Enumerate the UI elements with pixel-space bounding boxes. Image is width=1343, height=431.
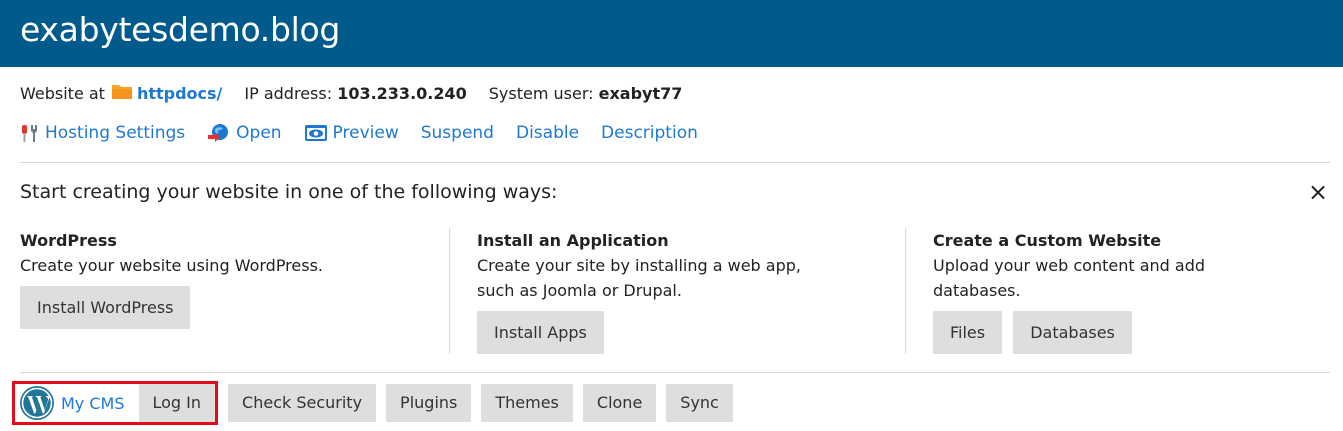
my-cms-label: My CMS [61,393,125,413]
install-application-desc-line2: such as Joomla or Drupal. [477,281,682,300]
plugins-button[interactable]: Plugins [386,384,472,422]
suspend-link[interactable]: Suspend [421,123,494,143]
my-cms-link[interactable]: My CMS [19,385,139,421]
wordpress-option: WordPress Create your website using Word… [20,228,430,329]
ip-label: IP address: [244,83,333,103]
folder-icon [111,82,133,104]
sync-button[interactable]: Sync [666,384,733,422]
system-user-label: System user: [488,83,594,103]
install-application-heading: Install an Application [477,231,669,250]
start-creating-title: Start creating your website in one of th… [20,181,558,203]
open-icon [208,124,229,142]
close-icon[interactable]: × [1308,178,1328,206]
custom-website-desc-line2: databases. [933,281,1021,300]
website-info-row: Website at httpdocs/ IP address: 103.233… [20,79,682,107]
divider-top [20,162,1330,163]
ip-value: 103.233.0.240 [337,83,467,103]
system-user-value: exabyt77 [598,83,683,103]
website-at-label: Website at [20,83,105,103]
custom-website-desc-line1: Upload your web content and add [933,256,1206,275]
install-wordpress-button[interactable]: Install WordPress [20,286,191,329]
preview-icon [304,125,327,141]
divider-bottom [20,372,1330,373]
wordpress-logo-icon [20,386,54,420]
log-in-button[interactable]: Log In [138,384,216,422]
disable-link[interactable]: Disable [516,123,579,143]
files-button[interactable]: Files [933,311,1003,354]
wordpress-heading: WordPress [20,231,117,250]
custom-website-heading: Create a Custom Website [933,231,1162,250]
custom-website-option: Create a Custom Website Upload your web … [933,228,1323,354]
hosting-settings-icon [22,125,37,142]
open-link[interactable]: Open [207,123,282,143]
column-separator [905,228,906,354]
hosting-settings-link[interactable]: Hosting Settings [20,123,185,143]
install-application-desc-line1: Create your site by installing a web app… [477,256,801,275]
clone-button[interactable]: Clone [582,384,657,422]
preview-link[interactable]: Preview [304,123,399,143]
wordpress-desc: Create your website using WordPress. [20,256,324,275]
description-link[interactable]: Description [601,123,698,143]
install-application-option: Install an Application Create your site … [477,228,887,354]
httpdocs-link[interactable]: httpdocs/ [137,84,222,103]
wordpress-toolbar: My CMS Log In Check Security Plugins The… [12,377,743,429]
install-apps-button[interactable]: Install Apps [477,311,604,354]
themes-button[interactable]: Themes [481,384,573,422]
site-title: exabytesdemo.blog [20,10,341,49]
column-separator [449,228,450,354]
site-header: exabytesdemo.blog [0,0,1343,67]
website-actions-row: Hosting Settings Open Preview Suspend Di… [20,118,720,148]
databases-button[interactable]: Databases [1013,311,1132,354]
my-cms-highlight: My CMS Log In [12,381,219,425]
check-security-button[interactable]: Check Security [228,384,377,422]
